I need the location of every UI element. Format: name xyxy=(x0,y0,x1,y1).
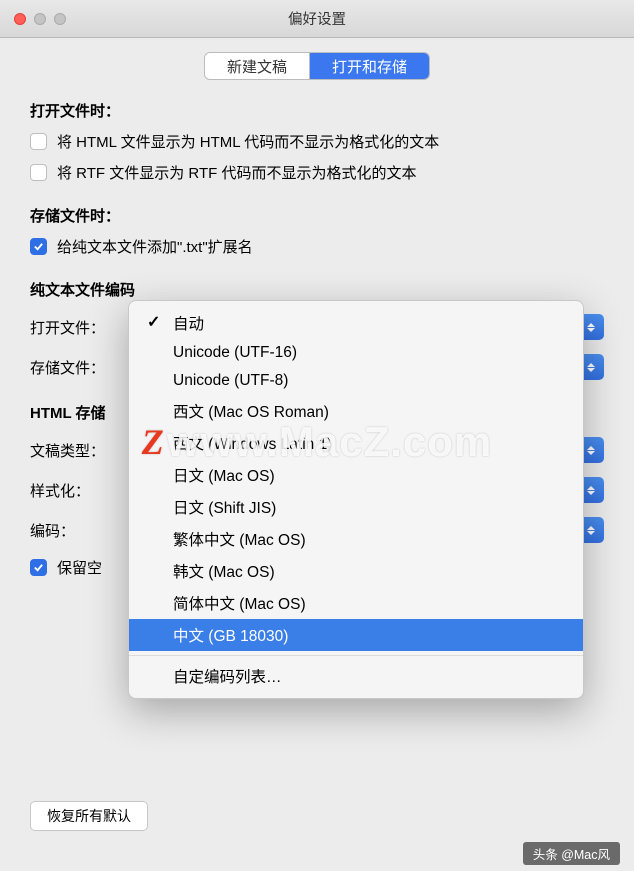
dropdown-item-winlatin1[interactable]: 西文 (Windows Latin 1) xyxy=(129,427,583,459)
dropdown-divider xyxy=(129,655,583,656)
checkmark-icon xyxy=(33,562,44,573)
window-title: 偏好设置 xyxy=(288,8,346,29)
rtf-code-checkbox-row[interactable]: 将 RTF 文件显示为 RTF 代码而不显示为格式化的文本 xyxy=(30,162,604,183)
txt-ext-checkbox-row[interactable]: 给纯文本文件添加".txt"扩展名 xyxy=(30,236,604,257)
dropdown-item-utf8[interactable]: Unicode (UTF-8) xyxy=(129,367,583,395)
plain-text-encoding-heading: 纯文本文件编码 xyxy=(30,279,604,300)
dropdown-item-label: 自动 xyxy=(173,316,204,333)
tab-new-document[interactable]: 新建文稿 xyxy=(205,53,309,79)
dropdown-item-sc-macos[interactable]: 简体中文 (Mac OS) xyxy=(129,587,583,619)
dropdown-item-jp-shiftjis[interactable]: 日文 (Shift JIS) xyxy=(129,491,583,523)
window-controls xyxy=(14,13,66,25)
preserve-blank-checkbox[interactable] xyxy=(30,559,47,576)
dropdown-item-auto[interactable]: ✓ 自动 xyxy=(129,307,583,339)
restore-defaults-button[interactable]: 恢复所有默认 xyxy=(30,801,148,831)
footer-attribution: 头条 @Mac风 xyxy=(523,842,620,865)
dropdown-item-utf16[interactable]: Unicode (UTF-16) xyxy=(129,339,583,367)
checkmark-icon xyxy=(33,241,44,252)
tab-segmented-control: 新建文稿 打开和存储 xyxy=(204,52,430,80)
tab-bar: 新建文稿 打开和存储 xyxy=(0,38,634,94)
tab-open-and-save[interactable]: 打开和存储 xyxy=(309,53,429,79)
preserve-blank-label: 保留空 xyxy=(57,557,102,578)
encoding-label: 编码： xyxy=(30,520,96,541)
dropdown-item-macroman[interactable]: 西文 (Mac OS Roman) xyxy=(129,395,583,427)
dropdown-item-custom[interactable]: 自定编码列表… xyxy=(129,660,583,692)
dropdown-item-tc-macos[interactable]: 繁体中文 (Mac OS) xyxy=(129,523,583,555)
html-code-checkbox[interactable] xyxy=(30,133,47,150)
footer-text: 头条 @Mac风 xyxy=(533,844,610,863)
txt-ext-checkbox[interactable] xyxy=(30,238,47,255)
open-file-encoding-label: 打开文件： xyxy=(30,317,116,338)
save-file-encoding-label: 存储文件： xyxy=(30,357,116,378)
open-file-heading: 打开文件时： xyxy=(30,100,604,121)
save-file-heading: 存储文件时： xyxy=(30,205,604,226)
minimize-window-button[interactable] xyxy=(34,13,46,25)
dropdown-item-kr-macos[interactable]: 韩文 (Mac OS) xyxy=(129,555,583,587)
style-label: 样式化： xyxy=(30,480,96,501)
doc-type-label: 文稿类型： xyxy=(30,440,116,461)
checkmark-icon: ✓ xyxy=(147,312,160,332)
dropdown-item-jp-macos[interactable]: 日文 (Mac OS) xyxy=(129,459,583,491)
html-code-label: 将 HTML 文件显示为 HTML 代码而不显示为格式化的文本 xyxy=(57,131,439,152)
html-code-checkbox-row[interactable]: 将 HTML 文件显示为 HTML 代码而不显示为格式化的文本 xyxy=(30,131,604,152)
title-bar: 偏好设置 xyxy=(0,0,634,38)
rtf-code-label: 将 RTF 文件显示为 RTF 代码而不显示为格式化的文本 xyxy=(57,162,416,183)
encoding-dropdown-menu: ✓ 自动 Unicode (UTF-16) Unicode (UTF-8) 西文… xyxy=(128,300,584,699)
zoom-window-button[interactable] xyxy=(54,13,66,25)
dropdown-item-gb18030[interactable]: 中文 (GB 18030) xyxy=(129,619,583,651)
rtf-code-checkbox[interactable] xyxy=(30,164,47,181)
close-window-button[interactable] xyxy=(14,13,26,25)
txt-ext-label: 给纯文本文件添加".txt"扩展名 xyxy=(57,236,253,257)
